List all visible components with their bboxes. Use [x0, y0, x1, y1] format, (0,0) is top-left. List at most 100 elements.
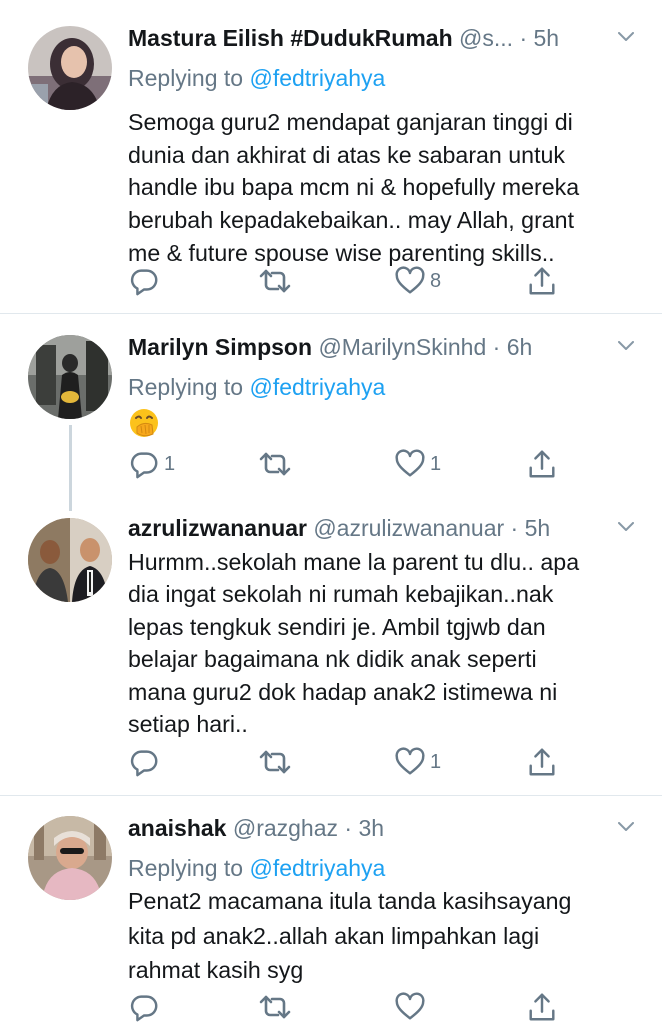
- share-button[interactable]: [526, 447, 558, 481]
- heart-icon: [394, 448, 426, 480]
- tweet-text-line: belajar bagaimana nk didik anak seperti: [128, 646, 537, 673]
- avatar[interactable]: [28, 335, 112, 419]
- tweet-text-line: Hurmm..sekolah mane la parent tu dlu.. a…: [128, 549, 580, 575]
- tweet[interactable]: anaishak @razghaz · 3h Replying to @fedt…: [0, 808, 662, 1024]
- chevron-down-icon[interactable]: [618, 32, 634, 42]
- heart-icon: [394, 746, 426, 778]
- reply-icon: [128, 265, 160, 297]
- heart-icon: [394, 265, 426, 297]
- retweet-icon: [258, 745, 292, 779]
- separator-dot: ·: [510, 515, 519, 541]
- divider: [0, 795, 662, 796]
- mention-link[interactable]: @fedtriyahya: [249, 855, 385, 881]
- like-button[interactable]: [394, 990, 430, 1024]
- reply-icon: [128, 448, 160, 480]
- avatar[interactable]: [28, 816, 112, 900]
- retweet-button[interactable]: [258, 745, 296, 779]
- reply-button[interactable]: [128, 745, 164, 779]
- tweet-header: anaishak @razghaz · 3h: [128, 808, 598, 848]
- like-button[interactable]: 1: [394, 447, 441, 481]
- display-name[interactable]: azrulizwananuar: [128, 515, 307, 541]
- timestamp[interactable]: 5h: [534, 25, 560, 51]
- tweet-text-line: Penat2 macamana itula tanda kasihsayang: [128, 888, 572, 914]
- separator-dot: ·: [492, 334, 501, 360]
- reply-button[interactable]: [128, 264, 164, 298]
- tweet-text-line: dunia dan akhirat di atas ke sabaran unt…: [128, 141, 565, 168]
- like-button[interactable]: 1: [394, 745, 441, 779]
- replying-to-label: Replying to: [128, 374, 250, 400]
- replying-to-label: Replying to: [128, 65, 250, 91]
- tweet-header: Mastura Eilish #DudukRumah @s... · 5h: [128, 18, 598, 58]
- reply-icon: [128, 746, 160, 778]
- retweet-button[interactable]: [258, 264, 296, 298]
- separator-dot: ·: [344, 815, 353, 841]
- like-count: 8: [430, 269, 442, 292]
- display-name[interactable]: anaishak: [128, 815, 226, 841]
- tweet-header: azrulizwananuar @azrulizwananuar · 5h: [128, 508, 598, 548]
- tweet-actions: 1 1: [128, 447, 628, 481]
- share-icon: [526, 746, 558, 778]
- tweet-text-line: kita pd anak2..allah akan limpahkan lagi: [128, 922, 540, 949]
- hand-over-mouth-emoji: [130, 409, 158, 437]
- thread-line: [69, 425, 72, 511]
- tweet-text-line: lepas tengkuk sendiri je. Ambil tgjwb da…: [128, 613, 546, 640]
- avatar[interactable]: [28, 26, 112, 110]
- tweet-text-line: mana guru2 dok hadap anak2 istimewa ni: [128, 678, 558, 705]
- reply-button[interactable]: [128, 990, 164, 1024]
- replying-to: Replying to @fedtriyahya: [128, 58, 385, 98]
- like-button[interactable]: 8: [394, 264, 441, 298]
- reply-icon: [128, 991, 160, 1023]
- share-icon: [526, 991, 558, 1023]
- share-icon: [526, 265, 558, 297]
- tweet-text: Penat2 macamana itula tanda kasihsayang …: [128, 884, 633, 988]
- tweet-actions: [128, 990, 628, 1024]
- like-count: 1: [430, 750, 442, 773]
- tweet[interactable]: Marilyn Simpson @MarilynSkinhd · 6h Repl…: [0, 327, 662, 511]
- heart-icon: [394, 991, 426, 1023]
- tweet-text: Semoga guru2 mendapat ganjaran tinggi di…: [128, 106, 633, 270]
- share-button[interactable]: [526, 745, 558, 779]
- share-button[interactable]: [526, 264, 558, 298]
- share-icon: [526, 448, 558, 480]
- tweet-text-line: handle ibu bapa mcm ni & hopefully merek…: [128, 174, 580, 201]
- tweet-text-line: Semoga guru2 mendapat ganjaran tinggi di: [128, 109, 573, 135]
- replying-to: Replying to @fedtriyahya: [128, 848, 385, 888]
- chevron-down-icon[interactable]: [618, 822, 634, 832]
- timestamp[interactable]: 5h: [525, 515, 551, 541]
- tweet-text-line: berubah kepadakebaikan.. may Allah, gran…: [128, 207, 575, 234]
- retweet-button[interactable]: [258, 447, 296, 481]
- handle[interactable]: @MarilynSkinhd: [318, 334, 486, 360]
- handle[interactable]: @s...: [459, 25, 513, 51]
- reply-button[interactable]: 1: [128, 447, 175, 481]
- display-name[interactable]: Mastura Eilish #DudukRumah: [128, 25, 453, 51]
- retweet-button[interactable]: [258, 990, 296, 1024]
- timestamp[interactable]: 3h: [358, 815, 384, 841]
- replying-to-label: Replying to: [128, 855, 250, 881]
- tweet[interactable]: azrulizwananuar @azrulizwananuar · 5h Hu…: [0, 508, 662, 788]
- divider: [0, 313, 662, 314]
- tweet-actions: 1: [128, 745, 628, 779]
- separator-dot: ·: [519, 25, 528, 51]
- timestamp[interactable]: 6h: [507, 334, 533, 360]
- handle[interactable]: @razghaz: [233, 815, 338, 841]
- tweet-text-line: rahmat kasih syg: [128, 957, 304, 983]
- display-name[interactable]: Marilyn Simpson: [128, 334, 312, 360]
- chevron-down-icon[interactable]: [618, 341, 634, 351]
- avatar[interactable]: [28, 518, 112, 602]
- mention-link[interactable]: @fedtriyahya: [249, 374, 385, 400]
- tweet-actions: 8: [128, 264, 628, 298]
- replying-to: Replying to @fedtriyahya: [128, 367, 385, 407]
- like-count: 1: [430, 452, 442, 475]
- reply-count: 1: [164, 452, 176, 475]
- tweet-text-line: setiap hari..: [128, 711, 248, 738]
- handle[interactable]: @azrulizwananuar: [313, 515, 504, 541]
- mention-link[interactable]: @fedtriyahya: [249, 65, 385, 91]
- share-button[interactable]: [526, 990, 558, 1024]
- retweet-icon: [258, 990, 292, 1024]
- tweet-header: Marilyn Simpson @MarilynSkinhd · 6h: [128, 327, 598, 367]
- tweet-text-line: dia ingat sekolah ni rumah kebajikan..na…: [128, 581, 554, 608]
- retweet-icon: [258, 264, 292, 298]
- chevron-down-icon[interactable]: [618, 522, 634, 532]
- retweet-icon: [258, 447, 292, 481]
- tweet[interactable]: Mastura Eilish #DudukRumah @s... · 5h Re…: [0, 18, 662, 310]
